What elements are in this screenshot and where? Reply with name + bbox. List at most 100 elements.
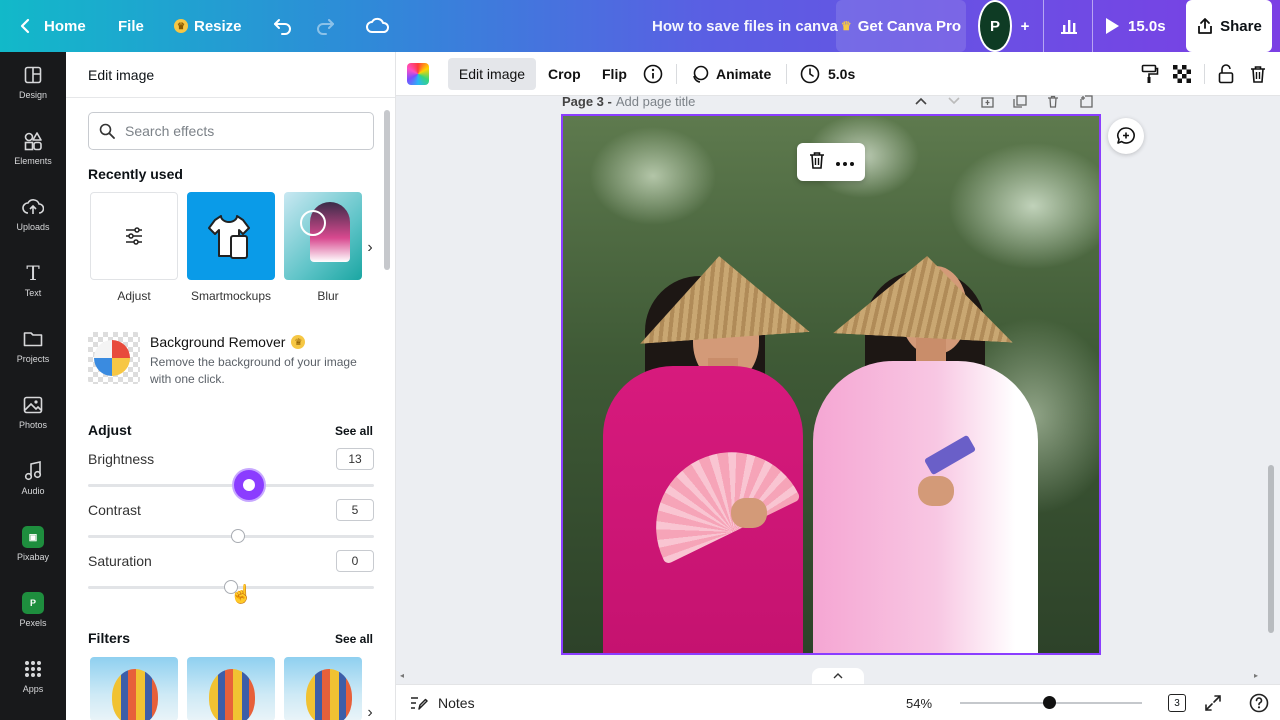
recent-next-chevron-icon[interactable]: › [363,238,377,258]
redo-icon[interactable] [314,0,336,52]
search-effects-input[interactable] [125,123,355,139]
rail-item-design[interactable]: Design [0,52,66,112]
show-pages-chevron-icon[interactable] [812,668,864,684]
transparency-icon[interactable] [1170,58,1194,90]
audio-note-icon [22,460,44,482]
beach-ball-icon [94,340,130,376]
present-play-button[interactable]: 15.0s [1104,0,1166,52]
bottom-bar: Notes 54% 3 [396,684,1280,720]
adjust-see-all-link[interactable]: See all [335,424,373,438]
undo-icon[interactable] [272,0,294,52]
rail-item-uploads[interactable]: Uploads [0,184,66,244]
help-question-icon[interactable] [1248,692,1270,714]
page-view-button[interactable]: 3 [1166,692,1188,714]
recent-blur-label: Blur [317,289,339,303]
timing-button[interactable]: 5.0s [800,58,855,90]
delete-element-trash-icon[interactable] [809,151,825,174]
brightness-value-input[interactable]: 13 [336,448,374,470]
get-canva-pro-button[interactable]: ♛ Get Canva Pro [836,0,966,52]
file-menu-button[interactable]: File [118,0,144,52]
rail-item-audio[interactable]: Audio [0,448,66,508]
add-member-plus-icon[interactable]: + [1016,0,1034,52]
recent-adjust-tile[interactable] [90,192,178,280]
rail-item-pixabay[interactable]: ▣ Pixabay [0,514,66,574]
search-icon [99,123,115,139]
add-comment-button[interactable] [1108,118,1144,154]
more-options-ellipsis-icon[interactable] [835,153,854,171]
saturation-value-input[interactable]: 0 [336,550,374,572]
canvas-scrollbar-thumb[interactable] [1268,465,1274,633]
filter-thumbnail[interactable] [187,657,275,720]
recent-blur-tile[interactable] [284,192,362,280]
divider [1043,0,1044,52]
back-chevron-icon[interactable] [18,0,32,52]
page-count-badge: 3 [1168,694,1186,712]
resize-button[interactable]: ♛ Resize [174,0,242,52]
filter-thumbnail[interactable] [90,657,178,720]
share-button[interactable]: Share [1186,0,1272,52]
photo-subject [731,498,767,528]
brightness-label: Brightness [88,451,155,467]
add-page-icon[interactable] [1077,92,1095,110]
apps-grid-icon [22,658,44,680]
add-page-title-field[interactable]: Add page title [616,94,696,109]
rail-item-projects[interactable]: Projects [0,316,66,376]
fullscreen-expand-icon[interactable] [1202,692,1224,714]
insights-chart-icon[interactable] [1056,0,1082,52]
contrast-value-input[interactable]: 5 [336,499,374,521]
page-title-bar: Page 3 - Add page title [562,92,695,110]
move-page-down-icon[interactable] [945,92,963,110]
brightness-slider-handle[interactable] [234,470,264,500]
unlock-icon[interactable] [1214,58,1238,90]
info-icon[interactable] [642,58,664,90]
presentation-duration: 15.0s [1128,17,1166,35]
cloud-sync-icon[interactable] [366,0,390,52]
selected-photo-element[interactable] [561,114,1101,655]
filters-see-all-link[interactable]: See all [335,632,373,646]
adjust-heading: Adjust [88,422,132,438]
document-title[interactable]: How to save files in canva [652,0,838,52]
rail-label: Audio [21,486,45,496]
panel-scrollbar[interactable] [382,100,392,720]
filters-next-chevron-icon[interactable]: › [363,703,377,720]
notes-button[interactable]: Notes [410,685,475,720]
rail-label: Photos [18,420,48,430]
rail-item-photos[interactable]: Photos [0,382,66,442]
contrast-slider-handle[interactable] [231,529,245,543]
delete-trash-icon[interactable] [1246,58,1270,90]
hide-page-icon[interactable] [978,92,996,110]
filter-thumbnail[interactable] [284,657,362,720]
edit-image-button[interactable]: Edit image [448,58,536,90]
panel-scrollbar-thumb[interactable] [384,110,390,270]
recent-smartmockups-tile[interactable] [187,192,275,280]
search-effects-field[interactable] [88,112,374,150]
background-remover-item[interactable]: Background Remover ♛ Remove the backgrou… [88,332,374,388]
home-button[interactable]: Home [44,0,86,52]
rail-item-elements[interactable]: Elements [0,118,66,178]
avatar[interactable]: P [978,0,1012,52]
brightness-slider-track[interactable] [88,484,374,487]
rail-item-apps[interactable]: Apps [0,646,66,706]
animate-button[interactable]: Animate [690,58,771,90]
balloon-preview [209,669,255,720]
canvas-scrollbar[interactable] [1266,100,1276,680]
filters-heading: Filters [88,630,131,646]
crop-button[interactable]: Crop [548,58,581,90]
color-picker-swatch[interactable] [407,63,429,85]
delete-page-icon[interactable] [1044,92,1062,110]
move-page-up-icon[interactable] [912,92,930,110]
rail-item-pexels[interactable]: P Pexels [0,580,66,640]
zoom-slider-handle[interactable] [1043,696,1057,709]
rail-item-text[interactable]: T Text [0,250,66,310]
rail-label: Pexels [19,618,47,628]
paint-roller-icon[interactable] [1138,58,1162,90]
share-label: Share [1220,17,1262,35]
zoom-percentage[interactable]: 54% [906,685,932,720]
photo-subject [813,361,1038,653]
duplicate-page-icon[interactable] [1011,92,1029,110]
horizontal-scroll-left-arrow[interactable]: ◂ [400,671,404,680]
pro-crown-icon: ♛ [291,335,306,349]
horizontal-scroll-right-arrow[interactable]: ▸ [1254,671,1258,680]
elements-icon [22,130,44,152]
flip-button[interactable]: Flip [602,58,627,90]
